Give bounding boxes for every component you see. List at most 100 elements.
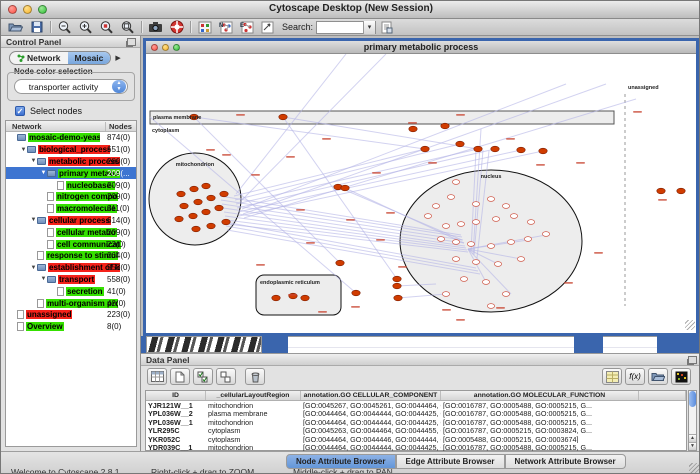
snapshot-button[interactable]	[145, 20, 166, 35]
node[interactable]	[524, 237, 531, 242]
node[interactable]	[301, 295, 309, 301]
node[interactable]	[341, 185, 349, 191]
node[interactable]	[421, 146, 429, 152]
background-window-fragment[interactable]	[574, 336, 603, 353]
node[interactable]	[180, 203, 188, 209]
tab-edge-attribute-browser[interactable]: Edge Attribute Browser	[396, 454, 505, 469]
tree-row[interactable]: Overview8(0)	[6, 321, 136, 333]
node[interactable]	[442, 224, 449, 229]
node[interactable]	[393, 283, 401, 289]
node-attributes-button[interactable]	[194, 20, 215, 35]
node[interactable]	[215, 205, 223, 211]
node[interactable]	[677, 188, 685, 194]
node[interactable]	[474, 146, 482, 152]
node[interactable]	[175, 216, 183, 222]
table-scrollbar[interactable]: ▲ ▼	[688, 390, 697, 451]
node[interactable]	[279, 114, 287, 120]
node[interactable]	[527, 220, 534, 225]
view-resize-grip[interactable]	[685, 320, 695, 330]
attribute-batch-button[interactable]	[602, 368, 622, 385]
node[interactable]	[472, 260, 479, 265]
tree-row[interactable]: response to stimulu264(0)	[6, 250, 136, 262]
node[interactable]	[517, 147, 525, 153]
vizmapper-button[interactable]	[257, 20, 278, 35]
more-tabs-button[interactable]: ▶	[115, 54, 120, 62]
zoom-selected-button[interactable]	[96, 20, 117, 35]
open-button[interactable]	[5, 20, 26, 35]
node[interactable]	[442, 292, 449, 297]
tree-row[interactable]: ▼cellular process614(0)	[6, 215, 136, 227]
tab-mosaic[interactable]: Mosaic	[68, 52, 111, 64]
node[interactable]	[202, 209, 210, 215]
region-plasma-membrane[interactable]	[150, 111, 614, 124]
tree-row[interactable]: secretion41(0)	[6, 285, 136, 297]
node[interactable]	[487, 304, 494, 309]
zoom-out-button[interactable]	[54, 20, 75, 35]
search-dropdown-arrow[interactable]: ▾	[363, 21, 375, 34]
node[interactable]	[491, 146, 499, 152]
new-attribute-button[interactable]	[170, 368, 190, 385]
table-row[interactable]: YJR121W__1mitochondrion[GO:0045267, GO:0…	[146, 401, 686, 409]
node[interactable]	[517, 257, 524, 262]
table-row[interactable]: YKR052Ccytoplasm[GO:0044464, GO:0044446,…	[146, 435, 686, 443]
edge[interactable]	[234, 149, 425, 196]
zoom-in-button[interactable]	[75, 20, 96, 35]
tree-row[interactable]: ▼biological_process651(0)	[6, 144, 136, 156]
node[interactable]	[487, 244, 494, 249]
tree-row[interactable]: ▼primary metabo209(...	[6, 167, 136, 179]
node[interactable]	[189, 213, 197, 219]
node[interactable]	[432, 204, 439, 209]
expand-arrow-icon[interactable]: ▼	[40, 170, 47, 176]
edge[interactable]	[240, 54, 386, 202]
expand-arrow-icon[interactable]: ▼	[30, 158, 37, 164]
scroll-down-button[interactable]: ▼	[689, 442, 696, 450]
node[interactable]	[452, 257, 459, 262]
node[interactable]	[510, 214, 517, 219]
node[interactable]	[539, 148, 547, 154]
node[interactable]	[424, 214, 431, 219]
node[interactable]	[394, 295, 402, 301]
node[interactable]	[177, 191, 185, 197]
network-canvas[interactable]: plasma membranecytoplasmmitochondrionnuc…	[146, 54, 696, 331]
node[interactable]	[542, 232, 549, 237]
unselect-attributes-button[interactable]	[216, 368, 236, 385]
scroll-up-button[interactable]: ▲	[689, 434, 696, 442]
import-table-button[interactable]	[648, 368, 668, 385]
node[interactable]	[447, 195, 454, 200]
node[interactable]	[472, 202, 479, 207]
save-button[interactable]	[26, 20, 47, 35]
select-attributes-button[interactable]	[193, 368, 213, 385]
node[interactable]	[460, 277, 467, 282]
matrix-button[interactable]	[671, 368, 691, 385]
expand-arrow-icon[interactable]: ▼	[20, 147, 27, 153]
tree-row[interactable]: nucleobase-209(0)	[6, 179, 136, 191]
node[interactable]	[393, 276, 401, 282]
function-builder-button[interactable]: f(x)	[625, 368, 645, 385]
tab-network-attribute-browser[interactable]: Network Attribute Browser	[505, 454, 626, 469]
tree-row[interactable]: mosaic-demo-yeast874(0)	[6, 132, 136, 144]
table-row[interactable]: YPL036W__2plasma membrane[GO:0044464, GO…	[146, 409, 686, 417]
node[interactable]	[502, 204, 509, 209]
tree-row[interactable]: ▼establishment of lo558(0)	[6, 262, 136, 274]
background-window-fragment[interactable]	[657, 336, 700, 353]
help-button[interactable]	[166, 20, 187, 35]
select-nodes-checkbox[interactable]: ✓	[15, 106, 25, 116]
background-window-fragment[interactable]	[262, 336, 288, 353]
node[interactable]	[452, 180, 459, 185]
background-window-fragment[interactable]	[603, 336, 657, 353]
tree-row[interactable]: multi-organism pro42(0)	[6, 297, 136, 309]
background-window-fragment[interactable]	[146, 336, 262, 353]
expand-arrow-icon[interactable]: ▼	[40, 276, 47, 282]
col-region[interactable]: _cellularLayoutRegion	[206, 391, 301, 400]
search-input[interactable]	[317, 22, 363, 33]
col-cellular-component[interactable]: annotation.GO CELLULAR_COMPONENT	[301, 391, 441, 400]
node[interactable]	[192, 226, 200, 232]
tree-row[interactable]: nitrogen compo209(0)	[6, 191, 136, 203]
tab-network[interactable]: Network	[10, 52, 68, 64]
delete-attribute-button[interactable]	[245, 368, 265, 385]
col-molecular-function[interactable]: annotation.GO MOLECULAR_FUNCTION	[441, 391, 639, 400]
expand-arrow-icon[interactable]: ▼	[30, 265, 37, 271]
node[interactable]	[409, 126, 417, 132]
float-panel-icon[interactable]	[127, 38, 136, 46]
node[interactable]	[207, 223, 215, 229]
